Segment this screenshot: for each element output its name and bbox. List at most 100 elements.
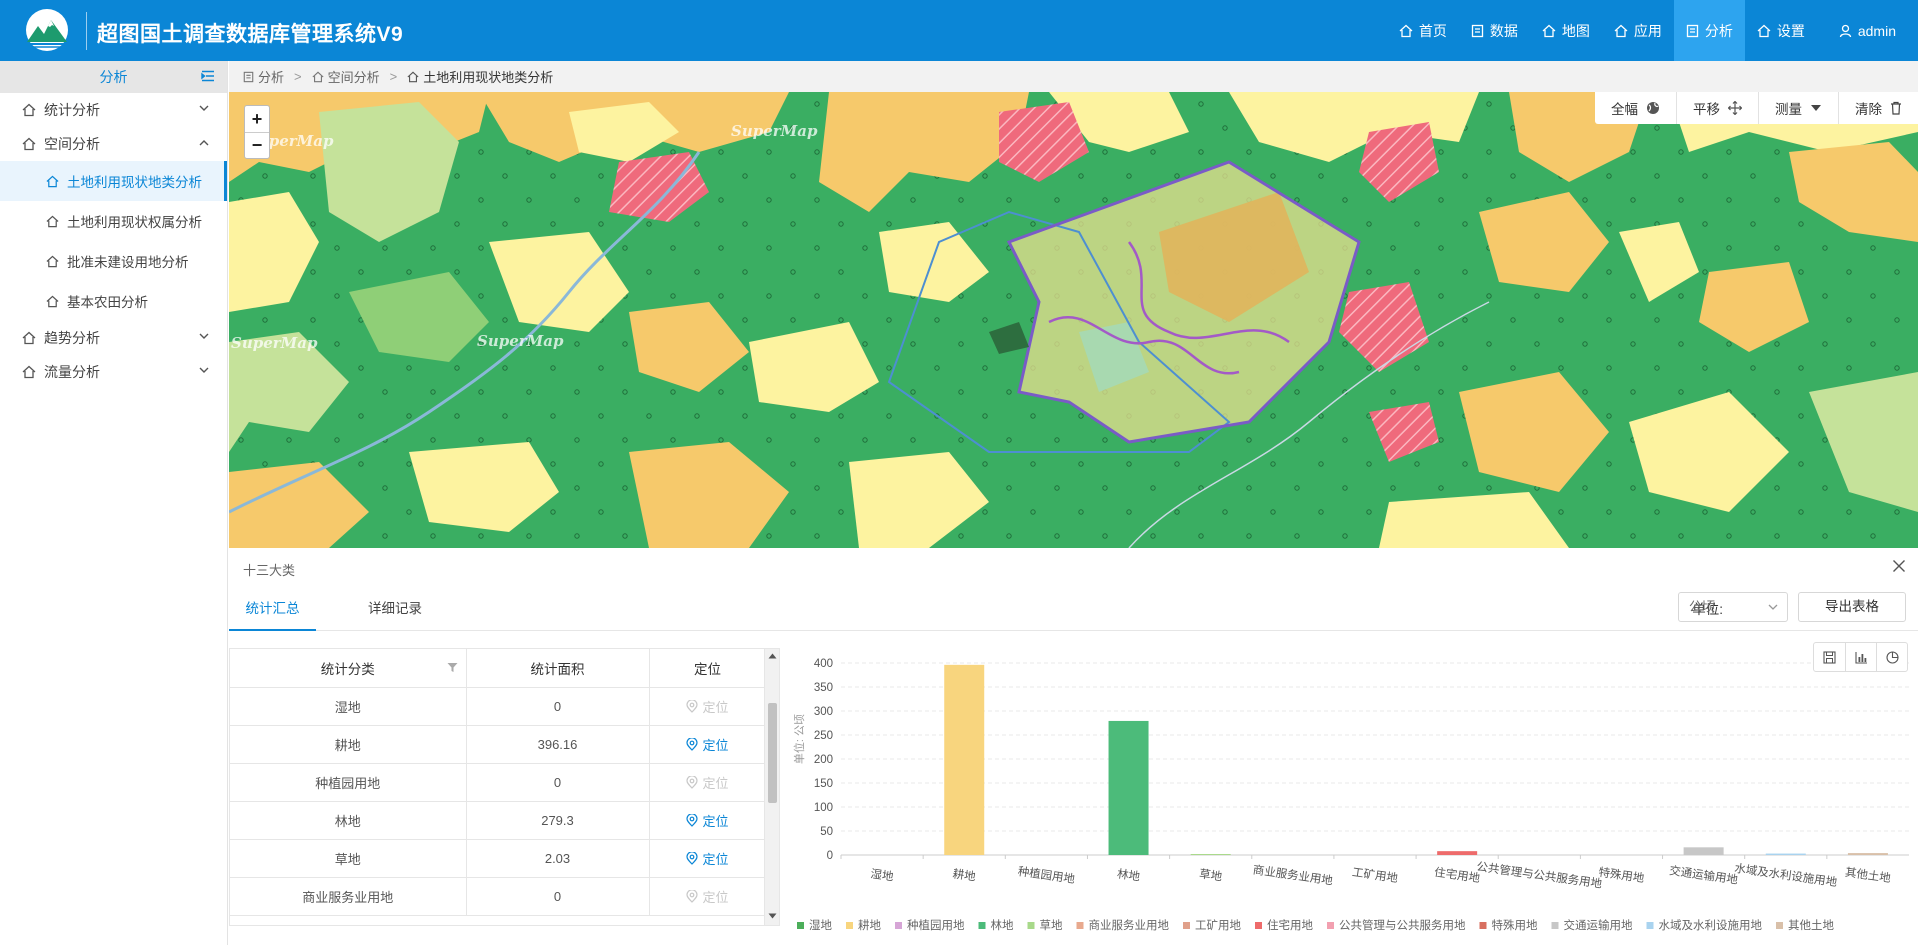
sidebar-subitem-landuse-class[interactable]: 土地利用现状地类分析 <box>0 161 227 201</box>
breadcrumb-item[interactable]: 分析 <box>243 67 284 86</box>
app-header: 超图国土调查数据库管理系统V9 首页 数据 地图 应用 分析 设置 admin <box>0 0 1918 61</box>
legend-label: 林地 <box>991 918 1014 932</box>
y-tick-label: 50 <box>820 826 833 838</box>
breadcrumb-separator: > <box>389 69 398 84</box>
sidebar-subitem-farmland[interactable]: 基本农田分析 <box>0 281 227 321</box>
filter-icon[interactable] <box>447 662 458 673</box>
nav-analysis[interactable]: 分析 <box>1673 0 1745 61</box>
sidebar-item-label: 趋势分析 <box>44 330 100 346</box>
y-tick-label: 300 <box>814 706 833 718</box>
sidebar-item-spatial[interactable]: 空间分析 <box>0 127 227 161</box>
nav-data[interactable]: 数据 <box>1459 0 1530 61</box>
zoom-in-button[interactable]: + <box>245 106 269 132</box>
locate-label: 定位 <box>702 851 729 867</box>
locate-button[interactable]: 定位 <box>686 735 729 754</box>
nav-apps[interactable]: 应用 <box>1602 0 1674 61</box>
bar <box>1437 851 1478 855</box>
bar-chart-icon <box>1854 651 1867 664</box>
nav-home[interactable]: 首页 <box>1387 0 1459 61</box>
x-tick-label: 其他土地 <box>1844 866 1892 885</box>
scroll-up-arrow-icon[interactable] <box>768 653 777 659</box>
area-bar-chart: 050100150200250300350400单位: 公顷湿地 耕地 种植园用地林… <box>792 658 1909 932</box>
chevron-down-icon <box>199 105 209 111</box>
column-header-locate: 定位 <box>649 649 767 688</box>
save-image-button[interactable] <box>1814 643 1845 671</box>
cell-area: 2.03 <box>466 839 650 878</box>
bar-chart-button[interactable] <box>1845 643 1876 671</box>
locate-button[interactable]: 定位 <box>686 849 729 868</box>
caret-down-icon <box>1811 105 1821 111</box>
map-watermark: SuperMap <box>477 332 564 350</box>
scrollbar-thumb[interactable] <box>768 703 777 803</box>
user-menu[interactable]: admin <box>1827 0 1918 61</box>
table-scrollbar[interactable] <box>764 649 779 925</box>
export-table-button[interactable]: 导出表格 <box>1798 592 1906 622</box>
y-tick-label: 100 <box>814 802 833 814</box>
cell-area: 0 <box>466 763 650 802</box>
sidebar-item-statistics[interactable]: 统计分析 <box>0 93 227 127</box>
legend-swatch <box>1255 922 1262 929</box>
full-extent-button[interactable]: 全幅 <box>1595 92 1676 124</box>
locate-button[interactable]: 定位 <box>686 811 729 830</box>
breadcrumb-item[interactable]: 空间分析 <box>312 67 380 86</box>
legend-label: 草地 <box>1040 919 1063 932</box>
legend-label: 公共管理与公共服务用地 <box>1339 918 1466 932</box>
cell-category: 耕地 <box>230 725 467 764</box>
sidebar-subitem-approved-unbuilt[interactable]: 批准未建设用地分析 <box>0 241 227 281</box>
close-icon[interactable] <box>1892 559 1906 573</box>
zoom-out-button[interactable]: − <box>245 132 269 158</box>
home-icon <box>1757 24 1771 37</box>
list-icon <box>243 71 254 82</box>
legend-label: 工矿用地 <box>1195 919 1241 932</box>
unit-select[interactable]: 公顷 <box>1678 592 1788 622</box>
tab-summary[interactable]: 统计汇总 <box>229 588 316 631</box>
legend-swatch <box>846 922 853 929</box>
locate-label: 定位 <box>702 889 729 905</box>
scroll-down-arrow-icon[interactable] <box>768 913 777 919</box>
sidebar-subitem-landuse-ownership[interactable]: 土地利用现状权属分析 <box>0 201 227 241</box>
cell-category: 商业服务业用地 <box>230 877 467 916</box>
location-pin-icon <box>686 889 699 903</box>
x-tick-label: 水域及水利设施用地 <box>1734 862 1839 889</box>
legend-swatch <box>797 922 804 929</box>
sidebar-item-trend[interactable]: 趋势分析 <box>0 321 227 355</box>
home-icon <box>22 103 36 117</box>
legend-label: 商业服务业用地 <box>1089 918 1170 932</box>
app-title: 超图国土调查数据库管理系统V9 <box>97 23 404 46</box>
pan-button[interactable]: 平移 <box>1676 92 1758 124</box>
x-tick-label: 住宅用地 <box>1433 865 1481 885</box>
analysis-panel: 十三大类 统计汇总 详细记录 单位: 公顷 导出表格 统计分类 统计面积 定位 … <box>229 548 1918 945</box>
clear-button[interactable]: 清除 <box>1838 92 1918 124</box>
map-view[interactable]: SuperMap SuperMap SuperMap SuperMap + − … <box>229 92 1918 548</box>
nav-label: 首页 <box>1418 22 1447 39</box>
collapse-menu-icon[interactable] <box>201 70 215 82</box>
home-icon <box>1542 24 1556 37</box>
legend-swatch <box>1646 922 1654 929</box>
x-tick-label: 交通运输用地 <box>1668 863 1739 887</box>
home-icon <box>46 255 59 268</box>
nav-label: 设置 <box>1776 22 1805 39</box>
cell-locate: 定位 <box>649 839 767 878</box>
locate-button: 定位 <box>686 697 729 716</box>
legend-swatch <box>1183 922 1190 929</box>
user-name: admin <box>1857 22 1896 39</box>
table-row: 林地 279.3 定位 <box>230 801 767 840</box>
save-icon <box>1823 650 1836 664</box>
tab-details[interactable]: 详细记录 <box>345 588 445 631</box>
legend-label: 水域及水利设施用地 <box>1659 919 1763 932</box>
legend-label: 其他土地 <box>1788 919 1834 932</box>
pie-chart-button[interactable] <box>1876 643 1907 671</box>
nav-map[interactable]: 地图 <box>1530 0 1602 61</box>
top-nav: 首页 数据 地图 应用 分析 设置 admin <box>1387 0 1918 61</box>
column-header-category[interactable]: 统计分类 <box>230 649 467 688</box>
home-icon <box>407 71 419 82</box>
nav-settings[interactable]: 设置 <box>1745 0 1817 61</box>
measure-dropdown[interactable]: 测量 <box>1758 92 1838 124</box>
bar <box>944 664 985 855</box>
mountain-logo <box>26 9 68 51</box>
location-pin-icon <box>686 813 699 827</box>
column-header-area[interactable]: 统计面积 <box>466 649 650 688</box>
sidebar-title: 分析 <box>99 69 128 85</box>
chart-toolbar <box>1813 642 1908 672</box>
sidebar-item-flow[interactable]: 流量分析 <box>0 355 227 389</box>
